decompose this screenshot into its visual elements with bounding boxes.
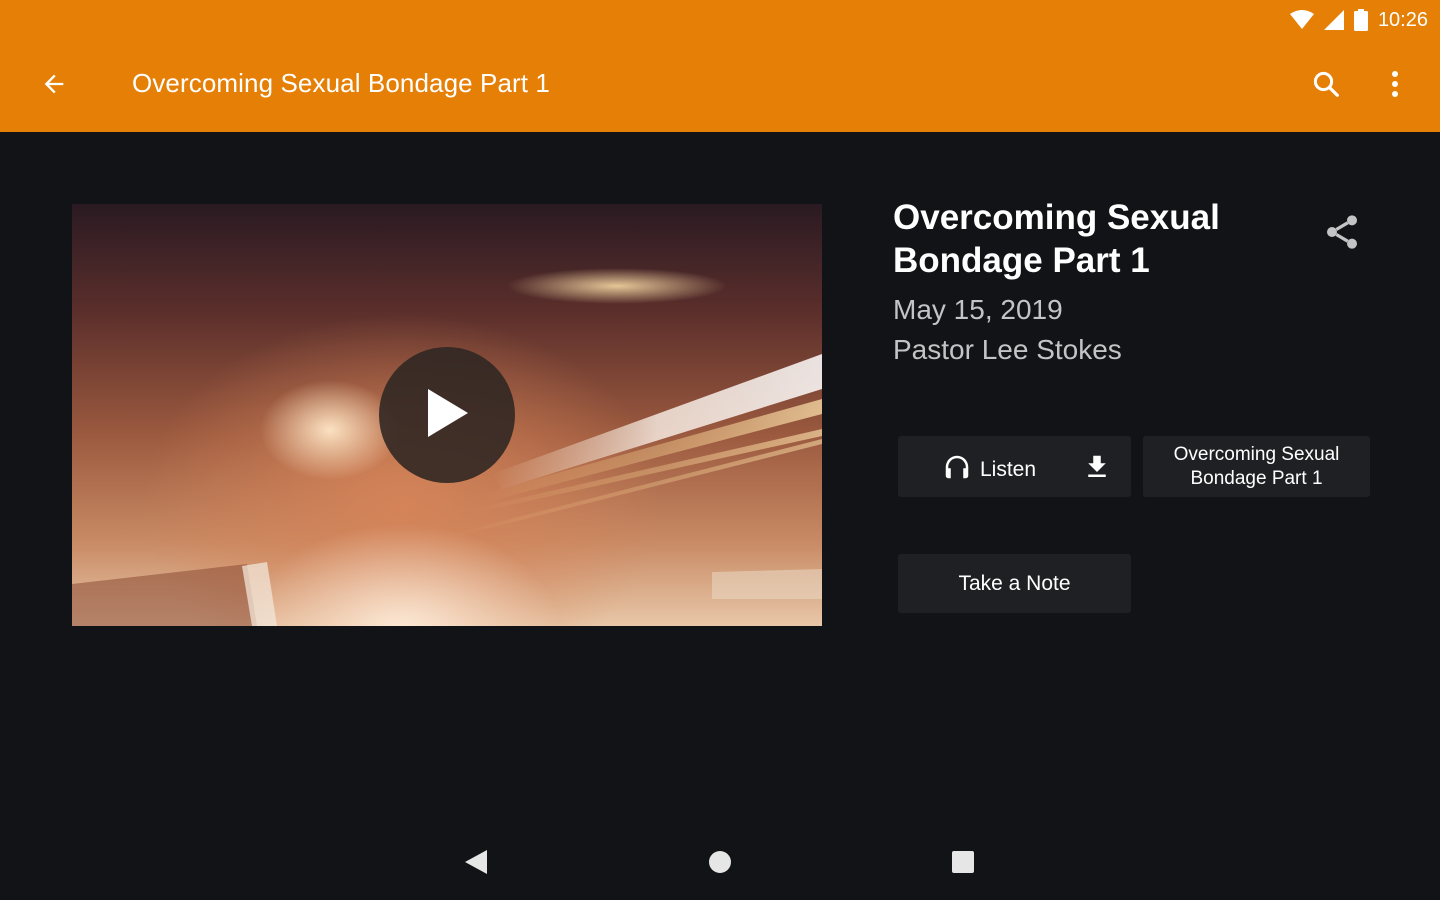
share-icon xyxy=(1322,212,1362,257)
headphones-icon xyxy=(942,452,972,488)
sermon-title: Overcoming Sexual Bondage Part 1 xyxy=(893,198,1220,280)
video-player[interactable] xyxy=(72,204,822,626)
search-icon xyxy=(1311,69,1341,104)
nav-home-icon xyxy=(707,849,733,880)
system-nav-bar xyxy=(0,828,1440,900)
more-options-button[interactable] xyxy=(1372,60,1418,112)
nav-recents-icon xyxy=(950,849,976,880)
play-button[interactable] xyxy=(379,347,515,483)
listen-button[interactable]: Listen xyxy=(898,436,1131,497)
nav-recents-button[interactable] xyxy=(933,838,993,890)
toolbar-title: Overcoming Sexual Bondage Part 1 xyxy=(132,68,550,98)
nav-home-button[interactable] xyxy=(690,838,750,890)
back-button[interactable] xyxy=(26,62,82,110)
more-vert-icon xyxy=(1391,70,1399,103)
sermon-speaker: Pastor Lee Stokes xyxy=(893,334,1122,365)
wifi-icon xyxy=(1289,10,1314,30)
status-bar: 10:26 xyxy=(1289,6,1428,34)
toolbar: Overcoming Sexual Bondage Part 1 xyxy=(0,48,1440,124)
take-note-button[interactable]: Take a Note xyxy=(898,554,1131,613)
play-icon xyxy=(422,385,472,446)
cell-signal-icon xyxy=(1323,10,1344,30)
nav-back-button[interactable] xyxy=(446,838,506,890)
sermon-date: May 15, 2019 xyxy=(893,294,1063,325)
share-button[interactable] xyxy=(1316,208,1368,260)
battery-icon xyxy=(1353,9,1368,31)
status-time: 10:26 xyxy=(1377,8,1428,31)
download-icon[interactable] xyxy=(1082,452,1112,482)
listen-button-content: Listen xyxy=(942,452,1036,488)
nav-back-icon xyxy=(463,848,489,881)
search-button[interactable] xyxy=(1300,60,1352,112)
arrow-back-icon xyxy=(40,70,68,103)
listen-label: Listen xyxy=(980,458,1037,481)
series-button[interactable]: Overcoming Sexual Bondage Part 1 xyxy=(1143,436,1370,497)
app-bar: 10:26 Overcoming Sexual Bondage Part 1 xyxy=(0,0,1440,132)
